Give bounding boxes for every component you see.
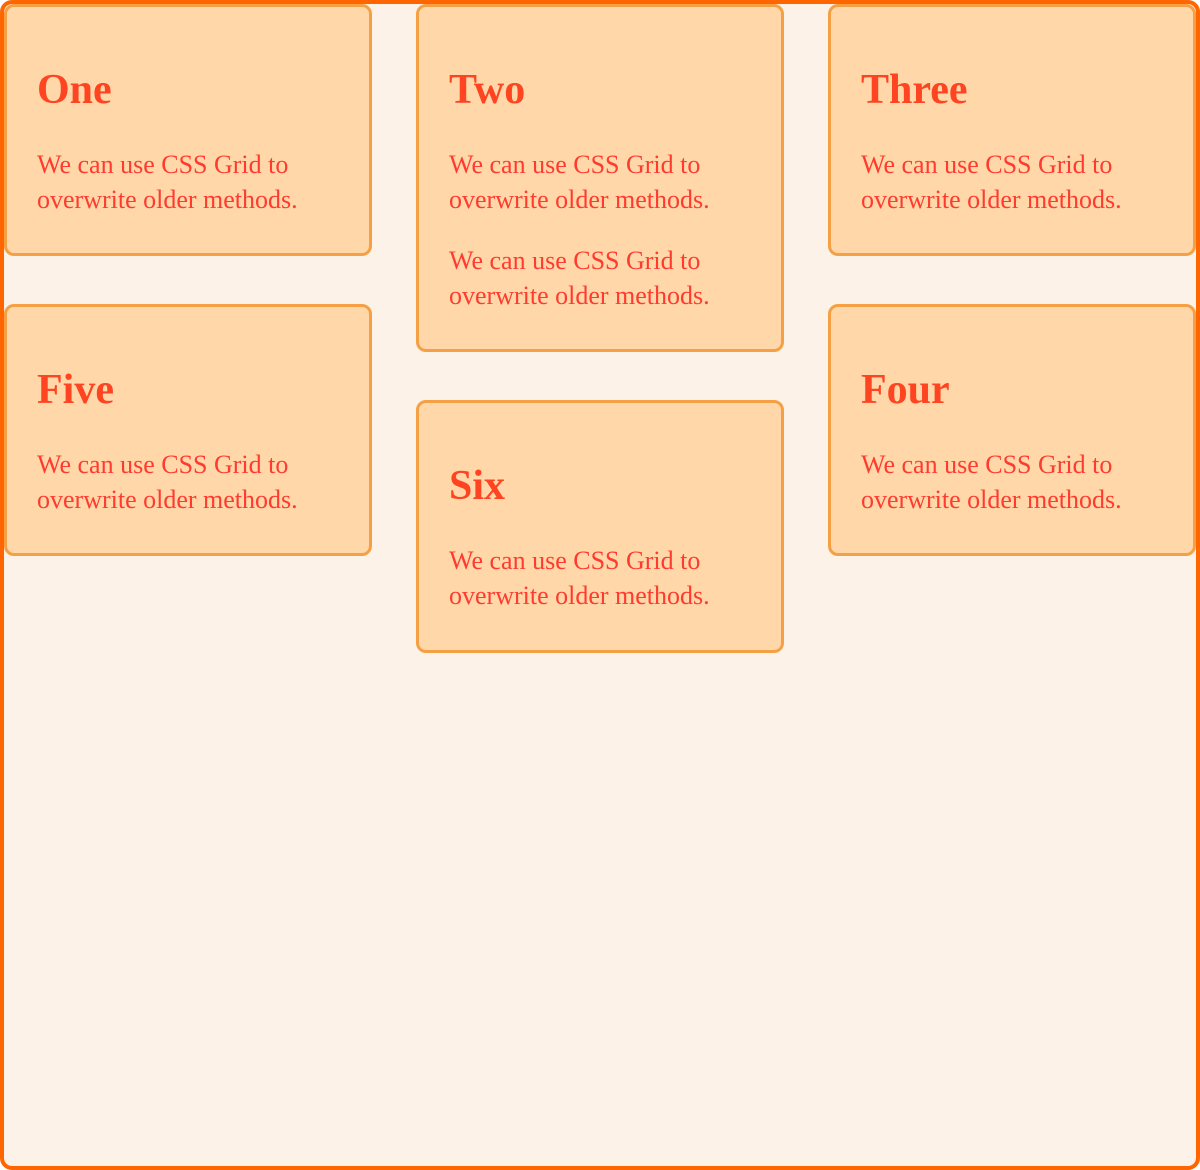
card-five: Five We can use CSS Grid to overwrite ol… bbox=[4, 304, 372, 556]
card-text: We can use CSS Grid to overwrite older m… bbox=[861, 447, 1163, 517]
card-text: We can use CSS Grid to overwrite older m… bbox=[37, 447, 339, 517]
card-four: Four We can use CSS Grid to overwrite ol… bbox=[828, 304, 1196, 556]
card-title: One bbox=[37, 69, 339, 111]
grid-container: One We can use CSS Grid to overwrite old… bbox=[0, 0, 1200, 1170]
card-six: Six We can use CSS Grid to overwrite old… bbox=[416, 400, 784, 652]
card-title: Six bbox=[449, 465, 751, 507]
card-text: We can use CSS Grid to overwrite older m… bbox=[37, 147, 339, 217]
card-title: Three bbox=[861, 69, 1163, 111]
card-title: Two bbox=[449, 69, 751, 111]
card-one: One We can use CSS Grid to overwrite old… bbox=[4, 4, 372, 256]
card-text: We can use CSS Grid to overwrite older m… bbox=[861, 147, 1163, 217]
card-text: We can use CSS Grid to overwrite older m… bbox=[449, 243, 751, 313]
card-title: Four bbox=[861, 369, 1163, 411]
card-two: Two We can use CSS Grid to overwrite old… bbox=[416, 4, 784, 352]
card-title: Five bbox=[37, 369, 339, 411]
card-text: We can use CSS Grid to overwrite older m… bbox=[449, 147, 751, 217]
card-text: We can use CSS Grid to overwrite older m… bbox=[449, 543, 751, 613]
card-three: Three We can use CSS Grid to overwrite o… bbox=[828, 4, 1196, 256]
column-wrapper: One We can use CSS Grid to overwrite old… bbox=[4, 4, 1196, 701]
